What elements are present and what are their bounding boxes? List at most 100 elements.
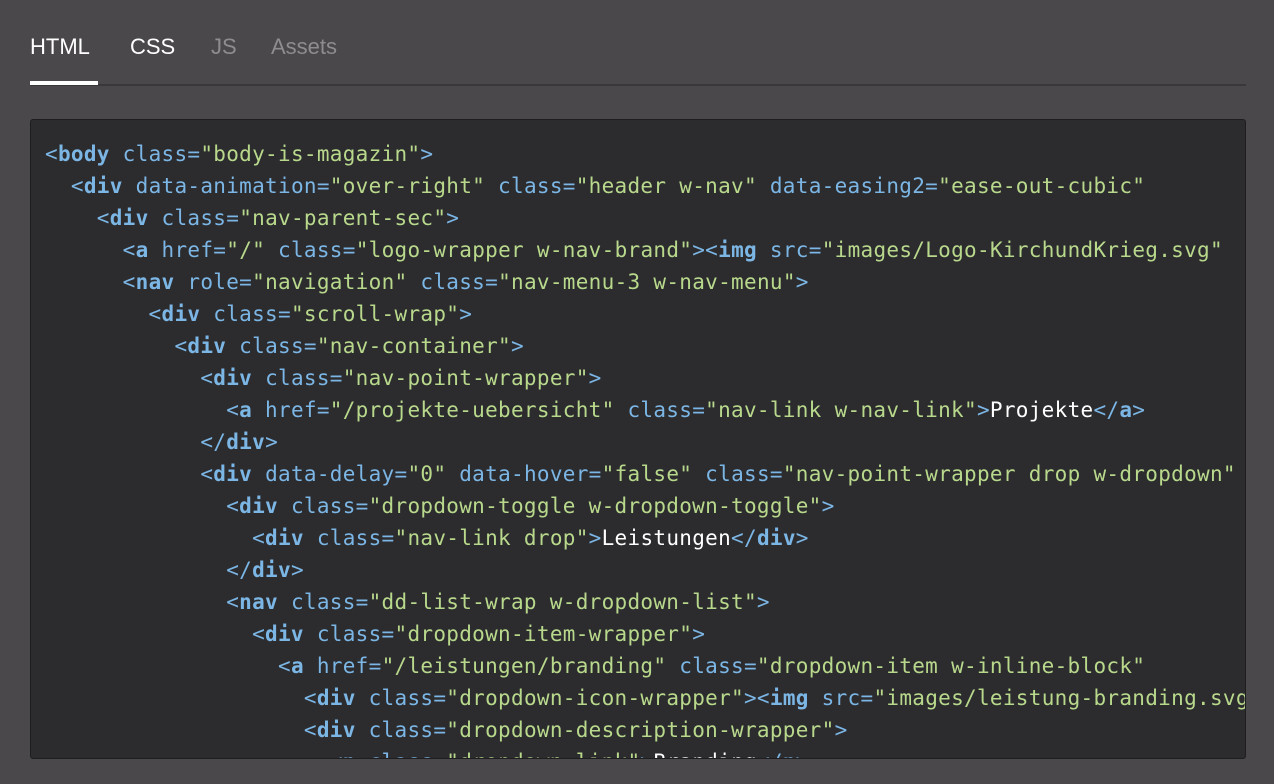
code-token: div: [83, 174, 123, 198]
code-token: img: [718, 238, 757, 262]
code-line: <div class="dropdown-toggle w-dropdown-t…: [45, 490, 1245, 522]
code-token: data-animation=: [122, 174, 330, 198]
code-token: role=: [174, 270, 253, 294]
code-token: >: [588, 366, 602, 390]
code-token: class=: [355, 686, 447, 710]
code-line: <a href="/" class="logo-wrapper w-nav-br…: [45, 234, 1245, 266]
code-token: div: [161, 302, 201, 326]
tab-assets[interactable]: Assets: [271, 34, 337, 60]
code-token: >: [821, 494, 835, 518]
code-token: "logo-wrapper w-nav-brand": [355, 238, 693, 262]
code-token: class=: [252, 366, 343, 390]
code-token: <: [226, 590, 240, 614]
code-token: <: [303, 718, 317, 742]
code-token: >: [795, 526, 809, 550]
code-token: div: [187, 334, 227, 358]
code-token: class=: [614, 398, 706, 422]
code-token: >: [1132, 398, 1146, 422]
code-token: >: [290, 558, 304, 582]
code-token: p: [783, 750, 796, 758]
code-line: <div class="dropdown-description-wrapper…: [45, 714, 1245, 746]
code-token: div: [213, 366, 253, 390]
code-token: "nav-point-wrapper": [342, 366, 589, 390]
code-token: data-easing2=: [756, 174, 939, 198]
code-token: img: [769, 686, 809, 710]
code-token: div: [265, 622, 304, 646]
code-token: <: [70, 174, 84, 198]
code-line: <body class="body-is-magazin">: [45, 138, 1245, 170]
code-token: >: [796, 750, 809, 758]
code-token: >: [692, 622, 706, 646]
code-token: "nav-container": [316, 334, 511, 358]
code-line: <p class="dropdown-link">Branding</p>: [45, 746, 1245, 758]
code-token: >: [976, 398, 990, 422]
code-token: "images/Logo-KirchundKrieg.svg": [821, 238, 1223, 262]
code-token: <: [174, 334, 188, 358]
tab-js[interactable]: JS: [211, 34, 237, 60]
tab-css[interactable]: CSS: [130, 34, 175, 60]
code-token: class=: [265, 238, 356, 262]
code-line: <div class="dropdown-icon-wrapper"><img …: [45, 682, 1245, 714]
tab-html[interactable]: HTML: [30, 34, 90, 60]
code-token: div: [756, 526, 796, 550]
code-token: "/": [226, 238, 266, 262]
code-viewer[interactable]: <body class="body-is-magazin"> <div data…: [30, 119, 1246, 759]
code-line: <div data-animation="over-right" class="…: [45, 170, 1245, 202]
code-token: "false": [601, 462, 693, 486]
code-token: div: [265, 526, 304, 550]
code-token: nav: [239, 590, 278, 614]
code-token: >: [446, 206, 460, 230]
code-token: class=: [355, 718, 447, 742]
code-token: class=: [303, 622, 395, 646]
code-token: src=: [756, 238, 822, 262]
code-line: <div class="scroll-wrap">: [45, 298, 1245, 330]
code-line: <div class="dropdown-item-wrapper">: [45, 618, 1245, 650]
code-token: </: [1093, 398, 1120, 422]
code-token: class=: [356, 750, 447, 758]
code-token: class=: [666, 654, 757, 678]
code-token: class=: [226, 334, 317, 358]
code-token: "header w-nav": [575, 174, 757, 198]
code-token: "/projekte-uebersicht": [329, 398, 615, 422]
active-tab-indicator: [30, 81, 98, 85]
code-token: "dd-list-wrap w-dropdown-list": [368, 590, 757, 614]
code-token: <: [303, 686, 317, 710]
code-token: "ease-out-cubic": [938, 174, 1146, 198]
code-line: <div class="nav-link drop">Leistungen</d…: [45, 522, 1245, 554]
code-token: ><: [692, 238, 719, 262]
code-line: <a href="/leistungen/branding" class="dr…: [45, 650, 1245, 682]
code-token: <: [96, 206, 110, 230]
code-token: "scroll-wrap": [290, 302, 460, 326]
code-line: <div class="nav-container">: [45, 330, 1245, 362]
code-token: p: [343, 750, 356, 758]
code-token: >: [459, 302, 473, 326]
code-token: class=: [407, 270, 499, 294]
code-token: "body-is-magazin": [200, 142, 421, 166]
code-token: "/leistungen/branding": [381, 654, 667, 678]
code-line: <div data-delay="0" data-hover="false" c…: [45, 458, 1245, 490]
code-token: <: [226, 398, 240, 422]
code-token: a: [239, 398, 253, 422]
code-token: "nav-link w-nav-link": [705, 398, 977, 422]
code-token: <: [252, 622, 266, 646]
code-token: div: [316, 686, 356, 710]
code-token: class=: [278, 494, 369, 518]
code-token: >: [640, 750, 653, 758]
code-token: <: [252, 526, 266, 550]
code-token: data-hover=: [446, 462, 602, 486]
code-token: "navigation": [252, 270, 408, 294]
code-token: "dropdown-item w-inline-block": [756, 654, 1146, 678]
code-token: href=: [303, 654, 382, 678]
code-line: <div class="nav-parent-sec">: [45, 202, 1245, 234]
code-token: "nav-point-wrapper drop w-dropdown": [782, 462, 1236, 486]
code-token: class=: [303, 526, 395, 550]
